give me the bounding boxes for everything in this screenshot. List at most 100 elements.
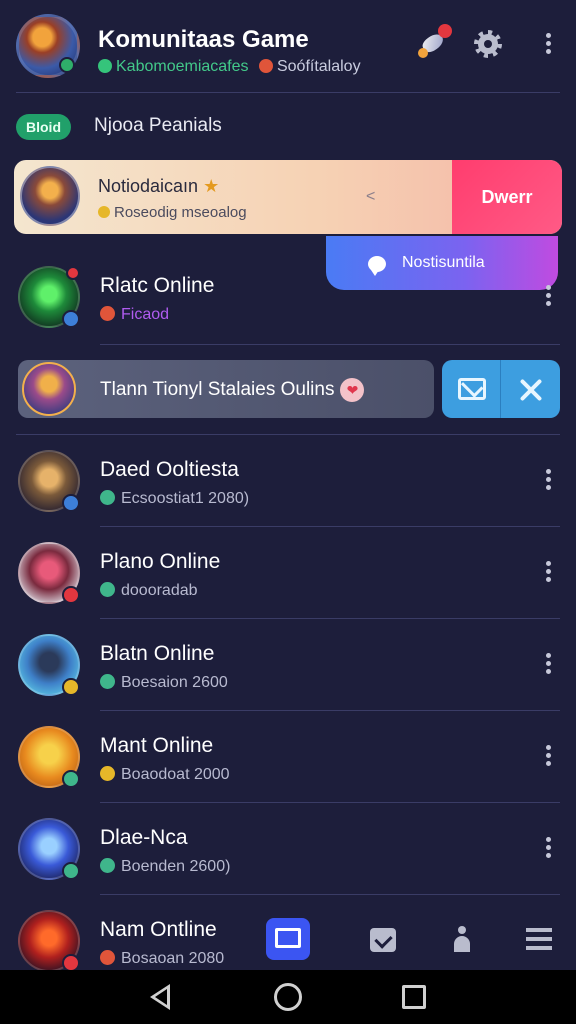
- list-item[interactable]: Mant Online Boaodoat 2000: [0, 712, 576, 804]
- rocket-icon[interactable]: [418, 24, 452, 62]
- contact-name: Rlatc Online: [100, 274, 215, 297]
- notification-dot: [66, 266, 80, 280]
- contact-status: Ficaod: [100, 306, 169, 324]
- contact-name: Tlann Tionyl Stalaies Oulins ❤: [100, 378, 365, 402]
- tab-menu[interactable]: [516, 918, 560, 960]
- more-vert-icon[interactable]: [543, 650, 553, 680]
- divider: [100, 802, 560, 803]
- gear-icon[interactable]: [472, 26, 504, 62]
- notification-card[interactable]: Notiodaicaın ★ Roseodiɡ mseoalog < Dwerr: [14, 160, 562, 234]
- contact-status: Bosaoan 2080: [100, 950, 224, 968]
- list-icon: [526, 928, 552, 952]
- subtitle-text: Soófítalaloy: [276, 58, 361, 75]
- more-vert-icon[interactable]: [543, 558, 553, 588]
- tab-tasks[interactable]: [360, 918, 404, 960]
- status-icon: [62, 310, 80, 328]
- contact-status: Boenden 2600): [100, 858, 230, 876]
- contact-name: Mant Online: [100, 734, 214, 757]
- more-vert-icon[interactable]: [543, 30, 553, 60]
- divider: [100, 526, 560, 527]
- mail-icon: [458, 378, 486, 400]
- fire-icon: [258, 59, 273, 73]
- notification-subtitle: Roseodiɡ mseoalog: [98, 204, 247, 221]
- close-icon: [517, 376, 545, 404]
- contact-name: Dlae-Nca: [100, 826, 188, 849]
- notification-action-button[interactable]: Dwerr: [452, 160, 562, 234]
- star-icon: ★: [203, 176, 220, 196]
- list-item[interactable]: Plano Online doooradab: [0, 528, 576, 620]
- bottom-tab-bar: [260, 910, 576, 968]
- divider: [16, 434, 560, 435]
- page-title: Komunitaas Game: [98, 26, 309, 53]
- avatar: [18, 726, 80, 788]
- checkbox-icon: [370, 928, 396, 952]
- contact-name: Plano Online: [100, 550, 221, 573]
- tab-messages[interactable]: [266, 918, 310, 960]
- online-badge: [59, 57, 75, 73]
- avatar: [18, 910, 80, 972]
- home-icon[interactable]: [274, 983, 302, 1011]
- subtitle-green-text: Kabomoemiacafes: [116, 58, 249, 75]
- check-icon: [100, 490, 115, 505]
- more-vert-icon[interactable]: [543, 742, 553, 772]
- divider: [100, 710, 560, 711]
- more-vert-icon[interactable]: [543, 834, 553, 864]
- check-icon: [100, 858, 115, 873]
- status-icon: [62, 586, 80, 604]
- contact-status: Boesaion 2600: [100, 674, 228, 692]
- avatar: [20, 166, 80, 226]
- divider: [100, 618, 560, 619]
- contact-name: Daed Ooltiesta: [100, 458, 239, 481]
- divider: [100, 344, 560, 345]
- check-icon: [100, 582, 115, 597]
- status-icon: [62, 678, 80, 696]
- divider: [100, 894, 560, 895]
- list-item[interactable]: Dlae-Nca Boenden 2600): [0, 804, 576, 896]
- status-icon: [98, 59, 112, 73]
- heart-icon: ❤: [340, 378, 365, 402]
- avatar: [18, 542, 80, 604]
- notification-dot: [438, 24, 452, 38]
- contact-status: Boaodoat 2000: [100, 766, 230, 784]
- contact-name: Nam Ontline: [100, 918, 217, 941]
- section-title: Njooa Peanials: [94, 115, 222, 136]
- emoji-icon: [98, 206, 110, 218]
- contact-name: Blatn Online: [100, 642, 215, 665]
- system-nav-bar: [0, 970, 576, 1024]
- avatar: [18, 266, 80, 328]
- avatar: [22, 362, 76, 416]
- status-icon: [62, 862, 80, 880]
- envelope-icon: [275, 928, 301, 948]
- notification-title: Notiodaicaın ★: [98, 176, 220, 196]
- more-vert-icon[interactable]: [543, 282, 553, 312]
- divider: [16, 92, 560, 93]
- remove-button[interactable]: [501, 360, 560, 418]
- avatar: [18, 818, 80, 880]
- message-button[interactable]: [442, 360, 501, 418]
- status-icon: [100, 306, 115, 321]
- contact-status: Ecsoostiat1 2080): [100, 490, 249, 508]
- avatar: [18, 450, 80, 512]
- contact-status: doooradab: [100, 582, 198, 600]
- swipe-actions: [442, 360, 560, 418]
- header-subtitle: Kabomoemiacafes Soófítalaloy: [98, 58, 361, 76]
- tab-profile[interactable]: [440, 918, 484, 960]
- list-item[interactable]: Daed Ooltiesta Ecsoostiat1 2080): [0, 436, 576, 528]
- header: Komunitaas Game Kabomoemiacafes Soófítal…: [0, 0, 576, 92]
- status-icon: [62, 494, 80, 512]
- section-pill[interactable]: Bloid: [16, 114, 71, 140]
- community-avatar[interactable]: [16, 14, 80, 78]
- dismiss-arrow-icon[interactable]: <: [366, 188, 375, 206]
- list-item[interactable]: Blatn Online Boesaion 2600: [0, 620, 576, 712]
- status-icon: [62, 770, 80, 788]
- emoji-icon: [100, 766, 115, 781]
- avatar: [18, 634, 80, 696]
- check-icon: [100, 674, 115, 689]
- recent-apps-icon[interactable]: [402, 985, 426, 1009]
- more-vert-icon[interactable]: [543, 466, 553, 496]
- swiped-list-item[interactable]: Tlann Tionyl Stalaies Oulins ❤: [18, 360, 434, 418]
- list-item[interactable]: Rlatc Online Ficaod: [0, 252, 576, 344]
- back-icon[interactable]: [150, 984, 170, 1010]
- app-screen: Komunitaas Game Kabomoemiacafes Soófítal…: [0, 0, 576, 1024]
- fire-icon: [100, 950, 115, 965]
